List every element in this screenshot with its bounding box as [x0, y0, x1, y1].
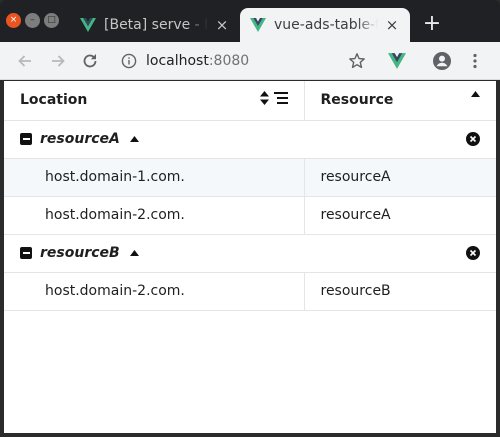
vue-logo-icon [388, 53, 406, 69]
column-header-resource[interactable]: Resource [304, 81, 496, 121]
collapse-icon[interactable] [20, 247, 32, 259]
reload-button[interactable] [80, 51, 100, 71]
group-row[interactable]: resourceB [4, 234, 496, 273]
vue-logo-icon [80, 18, 96, 32]
more-vert-icon [473, 53, 477, 69]
resource-cell: resourceB [304, 272, 496, 311]
tab-title: vue-ads-table-tr [274, 17, 378, 33]
url-host: localhost [146, 53, 209, 69]
collapse-icon[interactable] [20, 133, 32, 145]
vue-devtools-button[interactable] [387, 51, 407, 71]
tab-title: [Beta] serve - Pr [104, 17, 208, 33]
tab-vue-ads-table[interactable]: vue-ads-table-tr × [240, 8, 410, 42]
back-button[interactable] [15, 51, 35, 71]
sort-icon[interactable] [259, 91, 269, 105]
window-controls: × – □ [6, 13, 59, 28]
caret-up-icon[interactable] [129, 136, 139, 142]
group-row[interactable]: resourceA [4, 120, 496, 159]
browser-window: × – □ [Beta] serve - Pr × vue-ads-table-… [0, 0, 500, 437]
resource-table: Location Resource resourceA host.domain-… [4, 81, 496, 311]
reload-icon [83, 54, 97, 68]
table-row: host.domain-2.com. resourceB [4, 272, 496, 311]
page-content: Location Resource resourceA host.domain-… [4, 81, 496, 433]
bookmark-button[interactable] [347, 51, 367, 71]
address-bar[interactable]: localhost:8080 [111, 47, 375, 75]
group-by-icon[interactable] [273, 92, 288, 104]
remove-group-icon[interactable] [466, 132, 480, 146]
table-row: host.domain-2.com. resourceA [4, 196, 496, 235]
resource-cell: resourceA [304, 196, 496, 235]
remove-group-icon[interactable] [466, 246, 480, 260]
location-cell: host.domain-2.com. [4, 196, 305, 235]
table-header-row: Location Resource [4, 81, 496, 121]
column-header-label: Resource [320, 92, 394, 109]
vue-logo-icon [250, 18, 266, 32]
info-icon[interactable] [121, 53, 137, 69]
browser-toolbar: localhost:8080 [0, 42, 500, 80]
tab-beta-serve[interactable]: [Beta] serve - Pr × [70, 8, 240, 42]
arrow-left-icon [18, 55, 31, 67]
browser-menu-button[interactable] [465, 51, 485, 71]
tab-strip: × – □ [Beta] serve - Pr × vue-ads-table-… [0, 0, 500, 42]
caret-up-icon[interactable] [129, 250, 139, 256]
table-row: host.domain-1.com. resourceA [4, 158, 496, 197]
account-circle-icon [433, 52, 451, 70]
location-cell: host.domain-1.com. [4, 158, 305, 197]
url-port: :8080 [208, 53, 250, 69]
star-icon [349, 53, 365, 69]
arrow-right-icon [52, 55, 65, 67]
sort-asc-icon[interactable] [471, 91, 480, 97]
forward-button[interactable] [48, 51, 68, 71]
group-name: resourceA [40, 131, 120, 147]
window-close-button[interactable]: × [6, 13, 21, 28]
window-minimize-button[interactable]: – [25, 13, 40, 28]
tab-close-icon[interactable]: × [384, 16, 400, 34]
location-cell: host.domain-2.com. [4, 272, 305, 311]
group-name: resourceB [40, 245, 120, 261]
resource-cell: resourceA [304, 158, 496, 197]
tab-close-icon[interactable]: × [214, 16, 230, 34]
new-tab-button[interactable]: + [421, 13, 443, 36]
profile-button[interactable] [432, 51, 452, 71]
column-header-location[interactable]: Location [4, 81, 305, 121]
window-maximize-button[interactable]: □ [44, 13, 59, 28]
column-header-label: Location [20, 92, 88, 109]
